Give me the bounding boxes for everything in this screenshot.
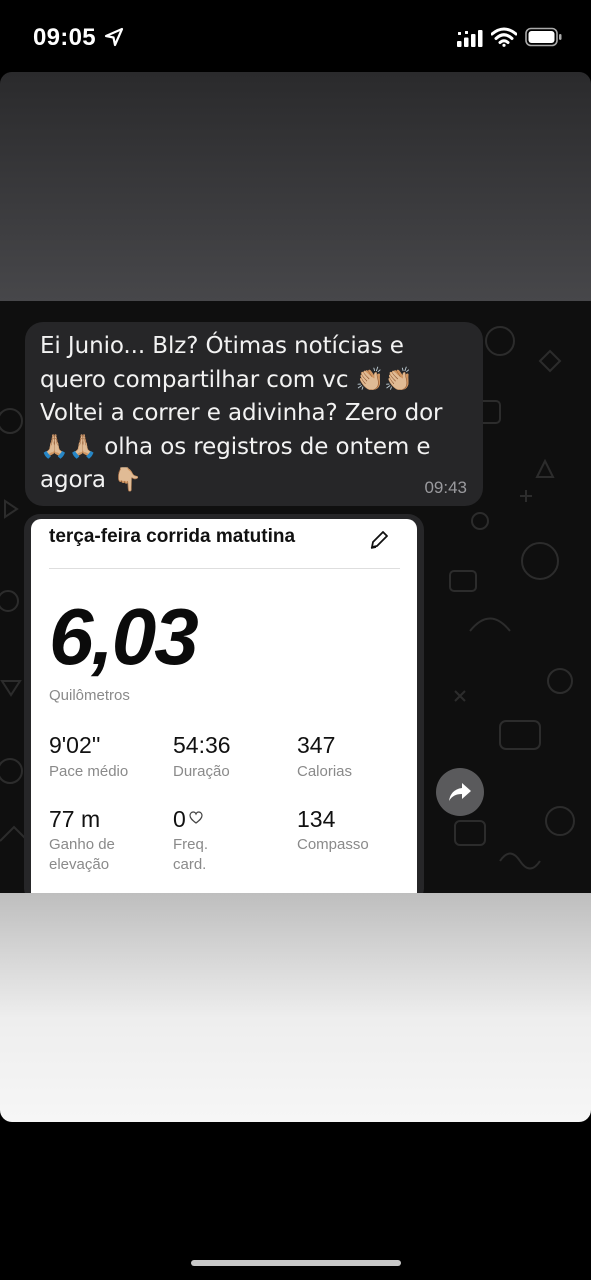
stat-heart-rate: 0 — [173, 806, 203, 833]
forward-share-button[interactable] — [436, 768, 484, 816]
cellular-signal-icon — [457, 30, 483, 47]
stat-elevation-label: Ganho de elevação — [49, 836, 115, 873]
stat-heart-rate-label: Freq. card. — [173, 836, 209, 873]
status-bar: 09:05 — [0, 0, 591, 72]
message-text: Ei Junio... Blz? Ótimas notícias e quero… — [40, 333, 443, 494]
stat-duration-value: 54:36 — [173, 732, 231, 758]
stat-heart-rate-value: 0 — [173, 806, 186, 832]
stat-duration-label: Duração — [173, 763, 230, 780]
stat-cadence-value: 134 — [297, 806, 336, 832]
stat-cadence-label: Compasso — [297, 836, 369, 853]
chat-area[interactable]: Ei Junio... Blz? Ótimas notícias e quero… — [0, 301, 591, 904]
stat-calories-value: 347 — [297, 732, 336, 758]
run-title: terça-feira corrida matutina — [49, 526, 296, 547]
bottom-panel — [0, 893, 591, 1122]
stat-pace-label: Pace médio — [49, 763, 129, 780]
incoming-message-bubble[interactable]: Ei Junio... Blz? Ótimas notícias e quero… — [25, 322, 483, 506]
chat-header-area — [0, 72, 591, 301]
run-distance: 6,03 — [49, 592, 199, 681]
distance-unit: Quilômetros — [49, 687, 130, 704]
share-icon — [449, 783, 471, 801]
pencil-icon — [370, 531, 388, 549]
home-indicator[interactable] — [191, 1260, 401, 1266]
heart-icon — [189, 811, 203, 824]
wifi-icon — [491, 27, 517, 47]
message-time: 09:43 — [424, 478, 467, 497]
stat-elevation-value: 77 m — [49, 806, 101, 832]
stat-calories-label: Calorias — [297, 763, 353, 780]
location-arrow-icon — [104, 27, 124, 47]
battery-icon — [525, 27, 562, 47]
divider — [49, 568, 400, 569]
shared-image-message[interactable]: terça-feira corrida matutina 6,03 Quilôm… — [24, 514, 424, 904]
run-summary-card: terça-feira corrida matutina 6,03 Quilôm… — [31, 519, 417, 904]
chat-window: Ei Junio... Blz? Ótimas notícias e quero… — [0, 72, 591, 1122]
status-time: 09:05 — [33, 24, 96, 51]
stat-pace-value: 9'02'' — [49, 732, 101, 758]
